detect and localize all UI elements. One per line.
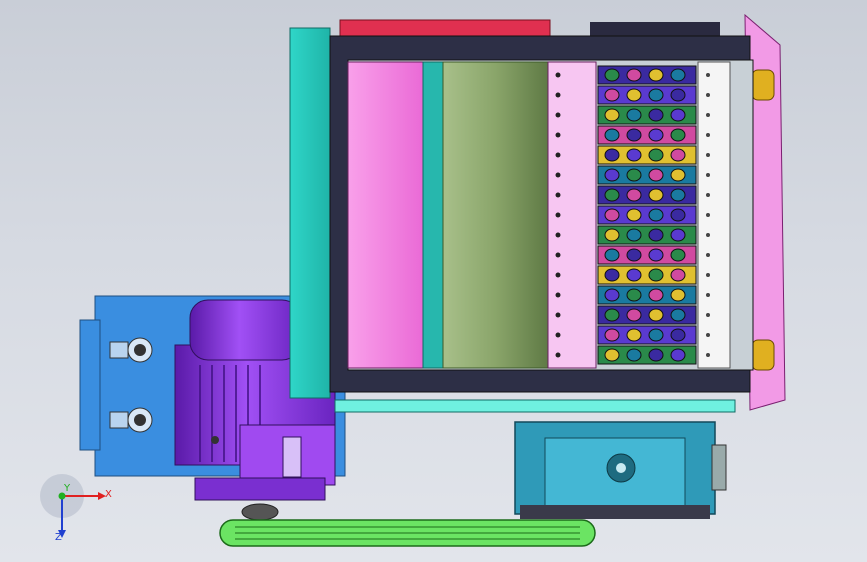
ram-guide: [422, 61, 444, 369]
bolt: [706, 133, 710, 137]
drive-belt: [219, 519, 596, 547]
rotor-knife-disc: [597, 225, 697, 245]
bolt: [555, 252, 561, 258]
shredder-rotor: [597, 65, 697, 365]
bolt: [706, 253, 710, 257]
screen-plate: [547, 61, 597, 369]
bolt: [706, 193, 710, 197]
bolt: [555, 132, 561, 138]
bolt: [555, 292, 561, 298]
bolt: [555, 72, 561, 78]
rotor-knife-disc: [597, 205, 697, 225]
rotor-knife-disc: [597, 305, 697, 325]
bolt: [555, 272, 561, 278]
bolt: [706, 293, 710, 297]
cad-viewport[interactable]: X Y Z: [0, 0, 867, 562]
top-bracket: [590, 22, 720, 36]
rotor-knife-disc: [597, 265, 697, 285]
bolt: [555, 212, 561, 218]
rotor-knife-disc: [597, 165, 697, 185]
bolt: [555, 152, 561, 158]
rotor-knife-disc: [597, 345, 697, 365]
bolt: [706, 73, 710, 77]
rotor-knife-disc: [597, 325, 697, 345]
gearbox: [514, 421, 727, 519]
rotor-knife-disc: [597, 125, 697, 145]
bolt: [706, 233, 710, 237]
rotor-knife-disc: [597, 85, 697, 105]
bolt: [555, 112, 561, 118]
bolt: [555, 312, 561, 318]
bolt: [706, 273, 710, 277]
bolt: [555, 192, 561, 198]
rotor-knife-disc: [597, 245, 697, 265]
z-axis-label: Z: [55, 532, 62, 543]
axis-triad: X Y Z: [40, 474, 112, 543]
x-axis-label: X: [105, 489, 112, 500]
bolt: [706, 113, 710, 117]
bolt: [706, 213, 710, 217]
rotor-knife-disc: [597, 145, 697, 165]
bolt: [706, 173, 710, 177]
side-plate-left: [289, 27, 331, 399]
bolt: [706, 153, 710, 157]
bolt: [555, 332, 561, 338]
bolt-row-right: [706, 73, 710, 357]
motor-nameplate: [282, 436, 302, 478]
rotor-knife-disc: [597, 65, 697, 85]
bolt: [555, 172, 561, 178]
counter-knife-bar: [697, 61, 731, 369]
top-rail: [339, 19, 551, 37]
bolt: [555, 232, 561, 238]
rotor-knife-disc: [597, 185, 697, 205]
bottom-rail: [334, 399, 736, 413]
rotor-knife-disc: [597, 285, 697, 305]
bolt-row-left: [555, 72, 561, 358]
bolt: [555, 352, 561, 358]
rotor-knife-disc: [597, 105, 697, 125]
bolt: [555, 92, 561, 98]
y-axis-label: Y: [63, 483, 71, 494]
pusher-plate: [347, 61, 424, 369]
bolt: [706, 353, 710, 357]
bolt: [706, 93, 710, 97]
bolt: [706, 313, 710, 317]
feed-roller: [442, 61, 549, 369]
bolt: [706, 333, 710, 337]
